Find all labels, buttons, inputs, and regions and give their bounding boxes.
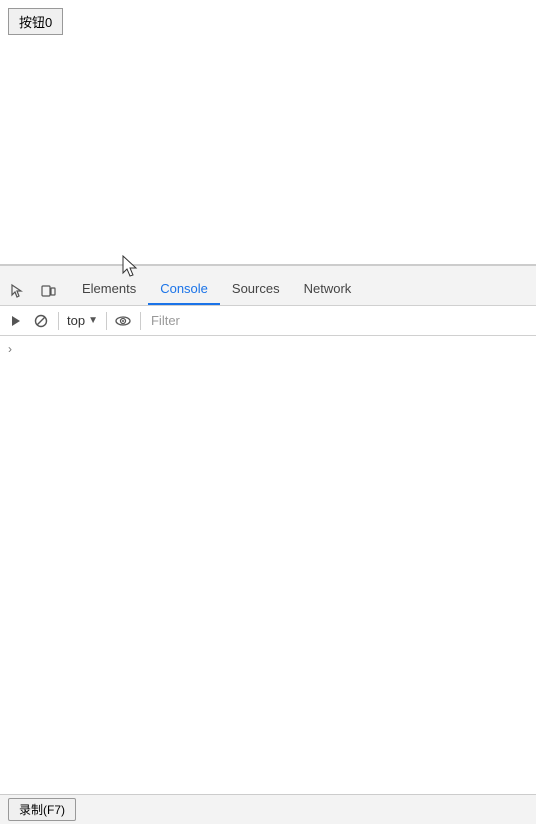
toolbar-divider-2 bbox=[106, 312, 107, 330]
tab-sources[interactable]: Sources bbox=[220, 273, 292, 305]
tab-icons bbox=[4, 277, 64, 305]
toolbar-divider-3 bbox=[140, 312, 141, 330]
select-element-icon[interactable] bbox=[4, 277, 32, 305]
console-output[interactable]: › bbox=[0, 336, 536, 824]
console-toolbar: top ▼ bbox=[0, 306, 536, 336]
dropdown-arrow-icon: ▼ bbox=[88, 315, 98, 326]
devtools-panel: Elements Console Sources Network top ▼ bbox=[0, 265, 536, 824]
context-label: top bbox=[67, 313, 85, 328]
clear-console-button[interactable] bbox=[29, 309, 53, 333]
device-toolbar-icon[interactable] bbox=[34, 277, 62, 305]
tab-network[interactable]: Network bbox=[292, 273, 364, 305]
context-selector[interactable]: top ▼ bbox=[63, 311, 102, 330]
tab-elements[interactable]: Elements bbox=[70, 273, 148, 305]
eye-icon-button[interactable] bbox=[111, 309, 135, 333]
bottom-bar: 录制(F7) bbox=[0, 794, 536, 824]
page-button[interactable]: 按钮0 bbox=[8, 8, 63, 35]
toolbar-divider-1 bbox=[58, 312, 59, 330]
filter-input[interactable] bbox=[145, 310, 532, 332]
run-script-button[interactable] bbox=[4, 309, 28, 333]
record-button[interactable]: 录制(F7) bbox=[8, 798, 76, 821]
console-prompt-arrow: › bbox=[8, 342, 12, 356]
tab-console[interactable]: Console bbox=[148, 273, 220, 305]
page-content: 按钮0 bbox=[0, 0, 536, 265]
tab-bar: Elements Console Sources Network bbox=[0, 266, 536, 306]
